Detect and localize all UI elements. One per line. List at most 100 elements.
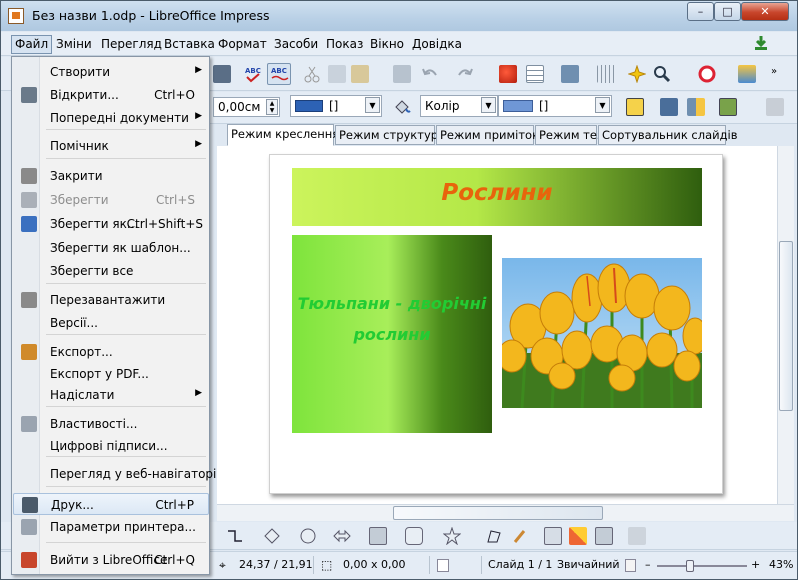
menu-item-save[interactable]: Зберегти Ctrl+S: [13, 189, 209, 211]
vertical-scrollbar[interactable]: [777, 146, 794, 504]
undo-icon[interactable]: [421, 65, 439, 83]
menu-item-open[interactable]: Відкрити... Ctrl+O: [13, 84, 209, 106]
spellcheck-icon[interactable]: ABC: [244, 65, 262, 83]
image-from-file-icon[interactable]: [544, 527, 562, 545]
clone-formatting-icon[interactable]: [393, 65, 411, 83]
position-field[interactable]: 0,00см ▲ ▼: [213, 97, 280, 117]
menu-format[interactable]: Формат: [218, 37, 267, 51]
menu-item-recent[interactable]: Попередні документи ▶: [13, 107, 209, 129]
menu-insert[interactable]: Вставка: [164, 37, 215, 51]
stars-icon[interactable]: [442, 526, 462, 546]
maximize-button[interactable]: □: [714, 2, 741, 21]
tulips-image[interactable]: [502, 258, 702, 408]
menu-item-send[interactable]: Надіслати ▶: [13, 384, 209, 406]
menu-item-export[interactable]: Експорт...: [13, 341, 209, 363]
line-color-select[interactable]: [] ▼: [290, 95, 382, 117]
vertical-scroll-thumb[interactable]: [779, 241, 793, 411]
menu-item-save-as-template[interactable]: Зберегти як шаблон...: [13, 237, 209, 259]
menu-item-preview-in-browser[interactable]: Перегляд у веб-навігаторі: [13, 463, 216, 485]
menu-item-reload[interactable]: Перезавантажити: [13, 289, 209, 311]
menu-item-print[interactable]: Друк... Ctrl+P: [13, 493, 209, 515]
menu-item-new[interactable]: Створити ▶: [13, 61, 209, 83]
toolbar-overflow-icon[interactable]: »: [771, 66, 777, 77]
glue-points-icon[interactable]: [511, 527, 529, 545]
tab-drawing[interactable]: Режим креслення: [227, 124, 339, 146]
spin-icon[interactable]: ▲ ▼: [266, 99, 278, 115]
symbol-shapes-icon[interactable]: [299, 527, 317, 545]
slide-title-box[interactable]: Рослини: [292, 168, 702, 226]
zoom-out-button[interactable]: –: [645, 558, 651, 571]
chart-icon[interactable]: [499, 65, 517, 83]
extrusion-icon[interactable]: [595, 527, 613, 545]
menu-help[interactable]: Довідка: [412, 37, 462, 51]
helplines-icon[interactable]: [597, 65, 615, 83]
minimize-button[interactable]: –: [687, 2, 714, 21]
menu-window[interactable]: Вікно: [370, 37, 404, 51]
help-icon[interactable]: [698, 65, 716, 83]
menu-item-save-all[interactable]: Зберегти все: [13, 260, 209, 282]
interaction-icon[interactable]: [766, 98, 784, 116]
chevron-down-icon[interactable]: ▼: [365, 97, 380, 113]
menu-item-properties[interactable]: Властивості...: [13, 413, 209, 435]
table-icon[interactable]: [526, 65, 544, 83]
callouts-icon[interactable]: [405, 527, 423, 545]
display-grid-icon[interactable]: [561, 65, 579, 83]
area-color-select[interactable]: [] ▼: [498, 95, 612, 117]
toggle-extrusion-icon[interactable]: [628, 527, 646, 545]
points-icon[interactable]: [485, 527, 503, 545]
rotate-icon[interactable]: [660, 98, 678, 116]
menu-tools[interactable]: Засоби: [274, 37, 318, 51]
zoom-slider-handle[interactable]: [686, 560, 694, 572]
menu-file[interactable]: Файл: [11, 35, 53, 54]
navigator-icon[interactable]: [738, 65, 756, 83]
cut-icon[interactable]: [303, 65, 321, 83]
block-arrows-icon[interactable]: [333, 527, 351, 545]
chevron-down-icon[interactable]: ▼: [481, 97, 496, 113]
menu-item-label: Зберегти: [50, 193, 109, 207]
redo-icon[interactable]: [456, 65, 474, 83]
menu-slideshow[interactable]: Показ: [326, 37, 363, 51]
paste-icon[interactable]: [351, 65, 369, 83]
tab-slide-sorter[interactable]: Сортувальник слайдів: [598, 125, 738, 145]
horizontal-scrollbar[interactable]: [217, 504, 794, 521]
flowchart-icon[interactable]: [369, 527, 387, 545]
menu-item-wizards[interactable]: Помічник ▶: [13, 135, 209, 157]
close-window-button[interactable]: ✕: [741, 2, 789, 21]
tab-notes[interactable]: Режим приміток: [436, 125, 539, 145]
menu-view[interactable]: Перегляд: [101, 37, 162, 51]
menu-item-exit[interactable]: Вийти з LibreOffice Ctrl+Q: [13, 549, 209, 571]
zoom-in-button[interactable]: +: [751, 558, 760, 571]
chevron-down-icon[interactable]: ▼: [595, 97, 610, 113]
update-download-icon[interactable]: [752, 34, 770, 52]
tab-handout[interactable]: Режим тез: [535, 125, 603, 145]
zoom-icon[interactable]: [653, 65, 671, 83]
status-zoom[interactable]: 43%: [769, 558, 793, 571]
menu-item-versions[interactable]: Версії...: [13, 312, 209, 334]
arrange-icon[interactable]: [719, 98, 737, 116]
menu-item-printer-settings[interactable]: Параметри принтера...: [13, 516, 209, 538]
horizontal-scroll-thumb[interactable]: [393, 506, 603, 520]
connector-icon[interactable]: [226, 527, 244, 545]
align-icon[interactable]: [687, 98, 705, 116]
menu-item-label: Цифрові підписи...: [50, 439, 168, 453]
area-style-select[interactable]: Колір ▼: [420, 95, 498, 117]
fontwork-icon[interactable]: [569, 527, 587, 545]
slide[interactable]: Рослини Тюльпани - дворічні рослини: [269, 154, 723, 494]
basic-shapes-icon[interactable]: [263, 527, 281, 545]
slide-text-box[interactable]: Тюльпани - дворічні рослини: [292, 235, 492, 433]
star-points-icon[interactable]: [627, 64, 647, 84]
menu-item-digital-signatures[interactable]: Цифрові підписи...: [13, 435, 209, 457]
copy-icon[interactable]: [328, 65, 346, 83]
menu-item-save-as[interactable]: Зберегти як... Ctrl+Shift+S: [13, 213, 209, 235]
print-icon[interactable]: [213, 65, 231, 83]
menu-item-close[interactable]: Закрити: [13, 165, 209, 187]
tab-outline[interactable]: Режим структури: [335, 125, 446, 145]
menu-item-label: Вийти з LibreOffice: [50, 553, 168, 567]
menu-edit[interactable]: Зміни: [56, 37, 92, 51]
shadow-icon[interactable]: [626, 98, 644, 116]
menu-item-export-pdf[interactable]: Експорт у PDF...: [13, 363, 209, 385]
zoom-slider[interactable]: [657, 565, 747, 567]
autospellcheck-icon[interactable]: ABC: [267, 63, 291, 85]
area-style-icon[interactable]: [393, 98, 411, 116]
status-separator: [481, 556, 482, 574]
